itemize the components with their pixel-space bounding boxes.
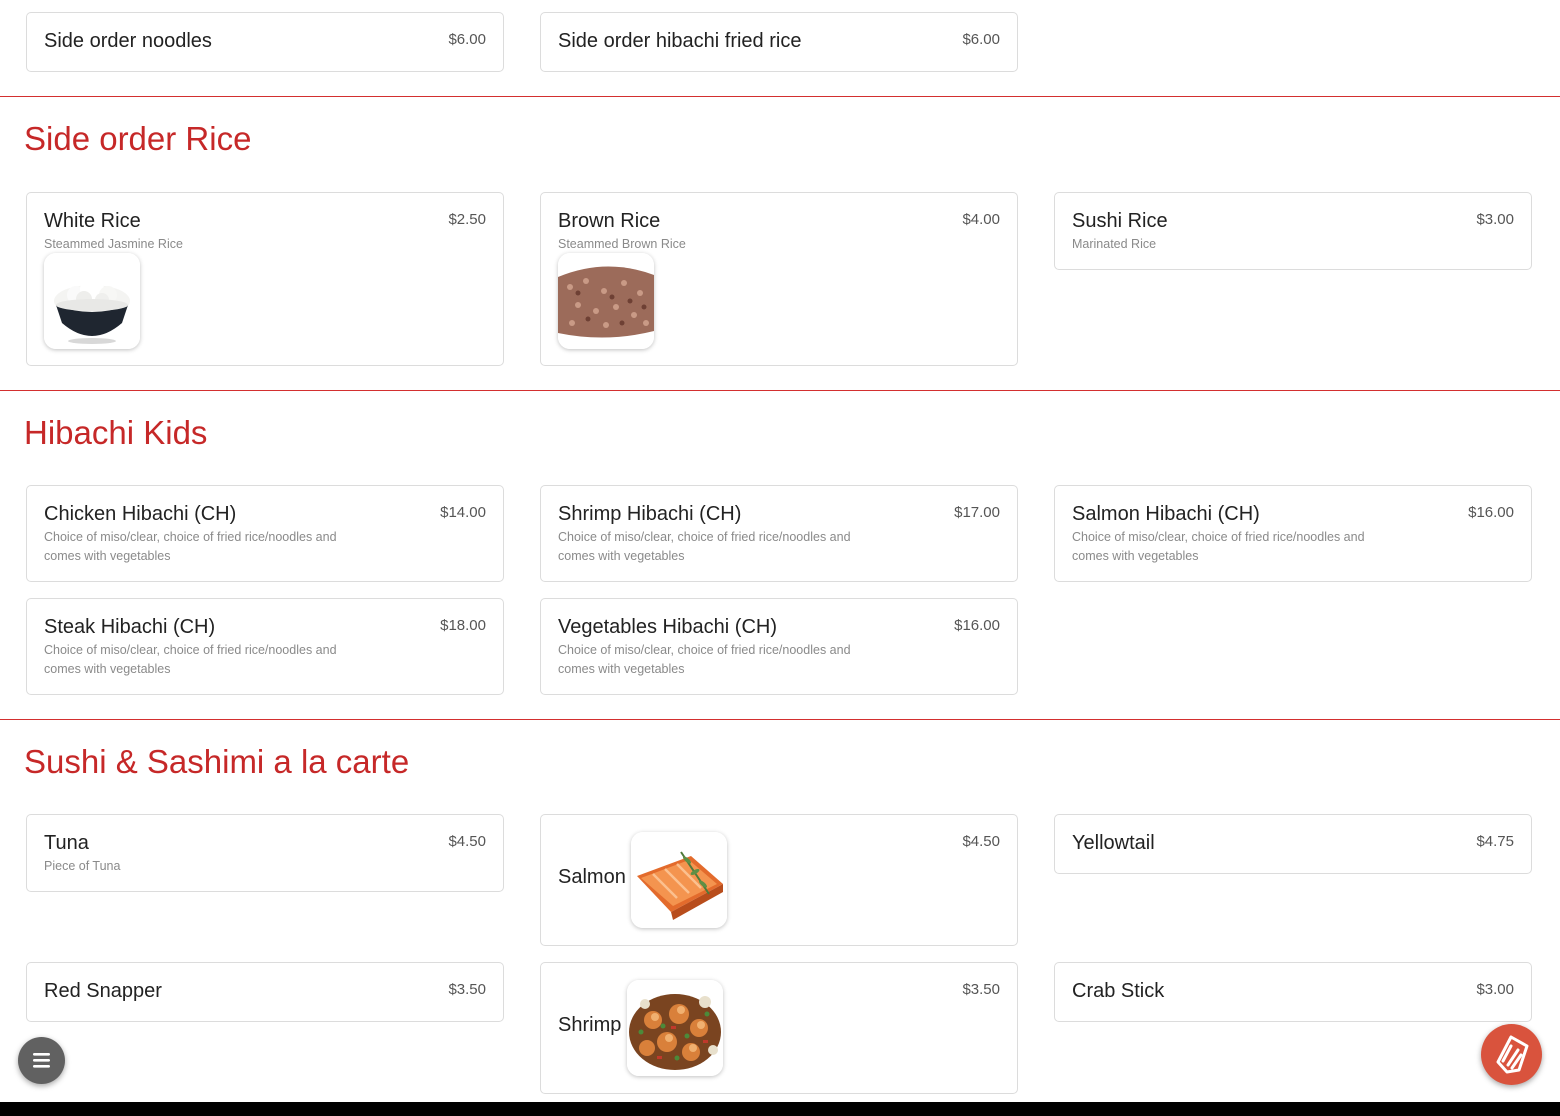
item-name: Side order noodles (44, 30, 212, 52)
item-price: $2.50 (448, 211, 486, 228)
hamburger-menu-icon (33, 1053, 50, 1068)
menu-item-card[interactable]: Chicken Hibachi (CH) $14.00 Choice of mi… (26, 485, 504, 582)
bottom-bar (0, 1102, 1560, 1116)
menu-item-card[interactable]: Tuna $4.50 Piece of Tuna (26, 814, 504, 892)
item-name: Salmon Hibachi (CH) (1072, 503, 1260, 525)
item-price: $6.00 (448, 31, 486, 48)
section-divider (0, 390, 1560, 391)
item-name: Red Snapper (44, 980, 162, 1002)
brown-rice-image (558, 253, 654, 349)
item-name: Vegetables Hibachi (CH) (558, 616, 777, 638)
item-price: $16.00 (954, 617, 1000, 634)
menu-item-card[interactable]: Crab Stick $3.00 (1054, 962, 1532, 1022)
menu-item-card[interactable]: White Rice $2.50 Steammed Jasmine Rice (26, 192, 504, 366)
menu-item-card[interactable]: Side order noodles $6.00 (26, 12, 504, 72)
section-divider (0, 719, 1560, 720)
section-divider (0, 96, 1560, 97)
menu-item-card[interactable]: Salmon $4.50 (540, 814, 1018, 946)
order-tag-icon (1496, 1035, 1529, 1074)
item-price: $16.00 (1468, 504, 1514, 521)
item-price: $3.50 (448, 981, 486, 998)
item-name: Brown Rice (558, 210, 661, 232)
item-description: Piece of Tuna (44, 859, 121, 873)
section-title: Side order Rice (24, 120, 252, 157)
item-price: $3.50 (962, 981, 1000, 998)
item-description: Steammed Brown Rice (558, 237, 686, 251)
menu-item-card[interactable]: Shrimp Hibachi (CH) $17.00 Choice of mis… (540, 485, 1018, 582)
item-price: $18.00 (440, 617, 486, 634)
item-description: Choice of miso/clear, choice of fried ri… (44, 530, 337, 563)
item-description: Choice of miso/clear, choice of fried ri… (558, 530, 851, 563)
item-name: Chicken Hibachi (CH) (44, 503, 237, 525)
item-description: Marinated Rice (1072, 237, 1157, 251)
item-name: Shrimp Hibachi (CH) (558, 503, 742, 525)
item-price: $4.75 (1476, 833, 1514, 850)
item-name: Steak Hibachi (CH) (44, 616, 216, 638)
item-description: Choice of miso/clear, choice of fried ri… (1072, 530, 1365, 563)
item-price: $4.50 (448, 833, 486, 850)
item-description: Choice of miso/clear, choice of fried ri… (558, 643, 851, 676)
white-rice-image (44, 253, 140, 349)
menu-item-card[interactable]: Steak Hibachi (CH) $18.00 Choice of miso… (26, 598, 504, 695)
item-price: $4.50 (962, 833, 1000, 850)
menu-item-card[interactable]: Salmon Hibachi (CH) $16.00 Choice of mis… (1054, 485, 1532, 582)
item-name: Sushi Rice (1072, 210, 1168, 232)
item-price: $6.00 (962, 31, 1000, 48)
section-title: Sushi & Sashimi a la carte (24, 743, 410, 780)
item-price: $4.00 (962, 211, 1000, 228)
item-name: Side order hibachi fried rice (558, 30, 802, 52)
item-name: Shrimp (558, 1014, 622, 1036)
item-price: $14.00 (440, 504, 486, 521)
menu-item-card[interactable]: Red Snapper $3.50 (26, 962, 504, 1022)
menu-fab-button[interactable] (18, 1037, 65, 1084)
shrimp-image (627, 980, 723, 1076)
item-name: Tuna (44, 832, 89, 854)
section-title: Hibachi Kids (24, 414, 208, 451)
item-price: $3.00 (1476, 211, 1514, 228)
item-price: $17.00 (954, 504, 1000, 521)
menu-item-card[interactable]: Shrimp $3.50 (540, 962, 1018, 1094)
item-price: $3.00 (1476, 981, 1514, 998)
menu-item-card[interactable]: Yellowtail $4.75 (1054, 814, 1532, 874)
item-description: Steammed Jasmine Rice (44, 237, 183, 251)
item-name: Crab Stick (1072, 980, 1165, 1002)
item-description: Choice of miso/clear, choice of fried ri… (44, 643, 337, 676)
menu-item-card[interactable]: Vegetables Hibachi (CH) $16.00 Choice of… (540, 598, 1018, 695)
menu-item-card[interactable]: Sushi Rice $3.00 Marinated Rice (1054, 192, 1532, 270)
item-name: Yellowtail (1072, 832, 1155, 854)
salmon-image (631, 832, 727, 928)
item-name: Salmon (558, 866, 626, 888)
menu-item-card[interactable]: Side order hibachi fried rice $6.00 (540, 12, 1018, 72)
order-fab-button[interactable] (1481, 1024, 1542, 1085)
menu-item-card[interactable]: Brown Rice $4.00 Steammed Brown Rice (540, 192, 1018, 366)
item-name: White Rice (44, 210, 141, 232)
